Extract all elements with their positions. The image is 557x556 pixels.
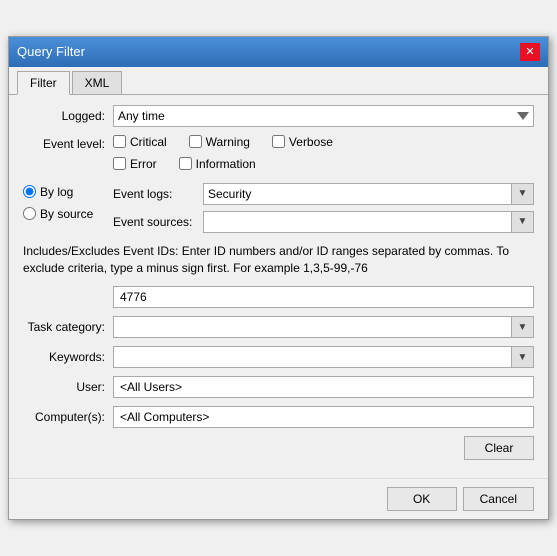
event-id-input[interactable] <box>113 286 534 308</box>
bysource-radio-item[interactable]: By source <box>23 207 113 221</box>
warning-checkbox-item: Warning <box>189 135 250 149</box>
tab-filter[interactable]: Filter <box>17 71 70 95</box>
task-category-label: Task category: <box>23 320 113 334</box>
bottom-buttons: OK Cancel <box>9 478 548 519</box>
user-label: User: <box>23 380 113 394</box>
clear-row: Clear <box>23 436 534 460</box>
logged-select[interactable]: Any time Last hour Last 12 hours Last 24… <box>113 105 534 127</box>
title-bar: Query Filter ✕ <box>9 37 548 67</box>
dialog-title: Query Filter <box>17 44 85 59</box>
bylog-label: By log <box>40 185 73 199</box>
tab-bar: Filter XML <box>9 67 548 95</box>
event-sources-row: Event sources: ▼ <box>113 211 534 233</box>
checkboxes-container: Critical Warning Verbose Error <box>113 135 534 175</box>
description-text: Includes/Excludes Event IDs: Enter ID nu… <box>23 239 534 281</box>
radio-column: By log By source <box>23 183 113 233</box>
task-category-select[interactable] <box>113 316 512 338</box>
event-logs-dropdown-arrow[interactable]: ▼ <box>512 183 534 205</box>
tab-xml[interactable]: XML <box>72 71 123 94</box>
information-checkbox[interactable] <box>179 157 192 170</box>
cancel-button[interactable]: Cancel <box>463 487 534 511</box>
verbose-label: Verbose <box>289 135 333 149</box>
bylog-radio-item[interactable]: By log <box>23 185 113 199</box>
error-checkbox-item: Error <box>113 157 157 171</box>
event-id-row <box>23 286 534 308</box>
clear-button[interactable]: Clear <box>464 436 534 460</box>
user-input[interactable] <box>113 376 534 398</box>
computers-input[interactable] <box>113 406 534 428</box>
information-checkbox-item: Information <box>179 157 256 171</box>
error-label: Error <box>130 157 157 171</box>
event-fields: Event logs: Security ▼ Event sources: <box>113 183 534 233</box>
warning-checkbox[interactable] <box>189 135 202 148</box>
keywords-row: Keywords: ▼ <box>23 346 534 368</box>
event-logs-row: Event logs: Security ▼ <box>113 183 534 205</box>
query-filter-dialog: Query Filter ✕ Filter XML Logged: Any ti… <box>8 36 549 521</box>
verbose-checkbox[interactable] <box>272 135 285 148</box>
information-label: Information <box>196 157 256 171</box>
warning-label: Warning <box>206 135 250 149</box>
event-level-row: Event level: Critical Warning Verbose <box>23 135 534 175</box>
bylog-radio[interactable] <box>23 185 36 198</box>
event-logs-select-container: Security ▼ <box>203 183 534 205</box>
error-checkbox[interactable] <box>113 157 126 170</box>
keywords-dropdown-arrow[interactable]: ▼ <box>512 346 534 368</box>
event-level-label: Event level: <box>23 135 113 151</box>
event-logs-select[interactable]: Security <box>203 183 512 205</box>
filter-content: Logged: Any time Last hour Last 12 hours… <box>9 95 548 479</box>
event-sources-dropdown-arrow[interactable]: ▼ <box>512 211 534 233</box>
radio-section: By log By source Event logs: Security ▼ <box>23 183 534 233</box>
verbose-checkbox-item: Verbose <box>272 135 333 149</box>
task-category-row: Task category: ▼ <box>23 316 534 338</box>
keywords-select-container: ▼ <box>113 346 534 368</box>
event-logs-label: Event logs: <box>113 187 203 201</box>
logged-label: Logged: <box>23 109 113 123</box>
user-row: User: <box>23 376 534 398</box>
event-sources-select-container: ▼ <box>203 211 534 233</box>
task-category-dropdown-arrow[interactable]: ▼ <box>512 316 534 338</box>
task-category-select-container: ▼ <box>113 316 534 338</box>
bysource-label: By source <box>40 207 93 221</box>
critical-checkbox[interactable] <box>113 135 126 148</box>
keywords-label: Keywords: <box>23 350 113 364</box>
computers-row: Computer(s): <box>23 406 534 428</box>
keywords-select[interactable] <box>113 346 512 368</box>
critical-label: Critical <box>130 135 167 149</box>
close-button[interactable]: ✕ <box>520 43 540 61</box>
computers-label: Computer(s): <box>23 410 113 424</box>
logged-row: Logged: Any time Last hour Last 12 hours… <box>23 105 534 127</box>
event-sources-label: Event sources: <box>113 215 203 229</box>
critical-checkbox-item: Critical <box>113 135 167 149</box>
event-sources-select[interactable] <box>203 211 512 233</box>
bysource-radio[interactable] <box>23 207 36 220</box>
ok-button[interactable]: OK <box>387 487 457 511</box>
